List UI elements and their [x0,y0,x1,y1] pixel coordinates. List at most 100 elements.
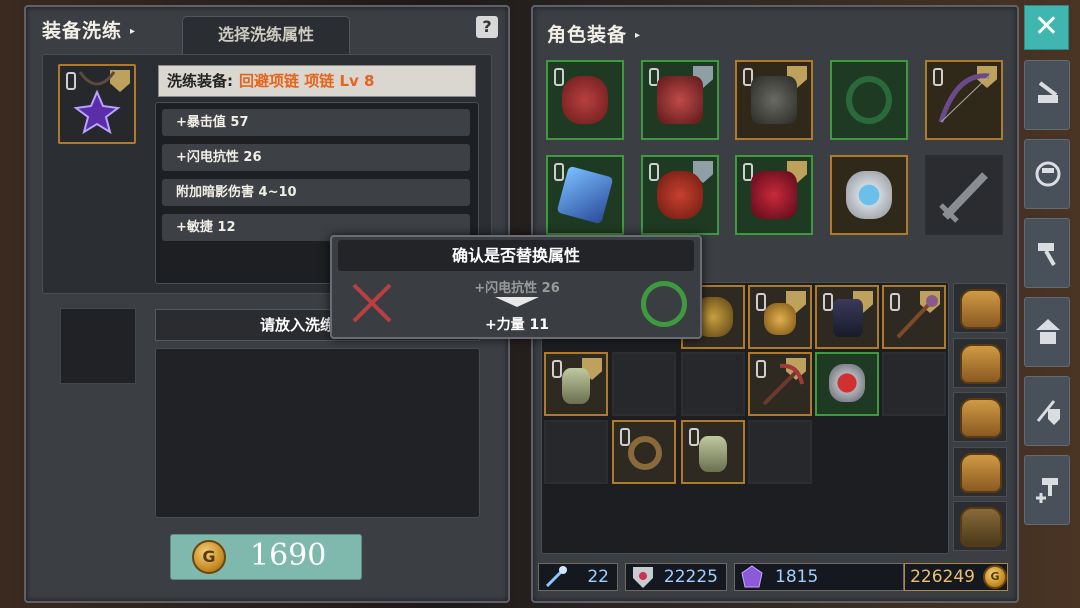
inventory-slot[interactable] [748,285,812,349]
inventory-slot-empty[interactable] [681,352,745,416]
gold-coin-icon: G [192,540,226,574]
attribute-row[interactable]: +闪电抗性 26 [162,144,470,171]
inventory-slot-empty[interactable] [748,420,812,484]
hammer-circle-icon [1035,161,1061,187]
inventory-slot[interactable] [815,352,879,416]
red-boots-icon [751,171,797,219]
inventory-slot-empty[interactable] [544,420,608,484]
refine-panel-title: 装备洗练 ▸ [42,20,137,42]
inventory-slot[interactable] [544,352,608,416]
gem-resource: 22225 [625,563,727,591]
equip-slot-weapon-empty[interactable] [925,155,1003,235]
inventory-slot-empty[interactable] [882,352,946,416]
new-attribute: +力量 11 [484,317,550,333]
character-panel-title: 角色装备 ▸ [547,24,642,46]
equip-slot-chest[interactable] [735,60,813,140]
blue-crystal-shield-icon [556,165,614,225]
sword-placeholder-icon [939,172,988,223]
question-icon[interactable]: ? [476,16,498,38]
backpack-icon [960,398,1002,438]
green-ring-icon [846,76,892,124]
side-tab-craft[interactable] [1024,218,1070,288]
house-hammer-icon [1036,319,1060,344]
chain-icon [649,163,659,181]
side-tab-forge[interactable] [1024,60,1070,130]
inventory-slot-empty[interactable] [612,352,676,416]
inventory-slot[interactable] [612,420,676,484]
equipment-name-header: 洗练装备: 回避项链 项链 Lv 8 [158,65,476,97]
pickaxe-icon [762,363,804,406]
close-button[interactable]: ✕ [1024,5,1069,50]
chain-icon [552,360,562,378]
equip-slot-ring2[interactable] [830,155,908,235]
equip-slot-bow[interactable] [925,60,1003,140]
side-tab-upgrade[interactable] [1024,297,1070,367]
replace-attribute-dialog: 确认是否替换属性 +闪电抗性 26 +力量 11 [330,235,702,339]
red-gauntlet-icon [657,171,703,219]
backpack-icon [960,453,1002,493]
anvil-hammer-icon [1038,81,1058,103]
refine-stone-slot[interactable] [60,308,136,384]
bag-slot-1[interactable] [953,283,1007,333]
dark-armor-icon [751,76,797,124]
shield-heart-icon [633,567,653,588]
x-cross-icon [352,283,392,323]
chain-icon [554,68,564,86]
refine-cost-value: 1690 [250,538,327,573]
wand-resource: 22 [538,563,618,591]
inventory-slot[interactable] [681,420,745,484]
sword-shield-icon [1036,400,1060,425]
chain-icon [620,428,630,446]
bow-icon [938,73,990,123]
gold-resource: 226249 G [904,563,1008,591]
inventory-slot[interactable] [815,285,879,349]
down-arrow-icon [495,297,539,307]
tab-select-attribute[interactable]: 选择洗练属性 [182,16,350,54]
side-tab-salvage[interactable] [1024,139,1070,209]
teal-ring-icon [628,436,662,470]
chain-icon [554,163,564,181]
red-gem-ring-icon [829,364,865,402]
hammer-icon [1038,243,1056,266]
chain-icon [689,428,699,446]
cancel-button[interactable] [350,281,394,325]
backpack-icon [960,344,1002,384]
crystal-resource: 1815 [734,563,904,591]
star-necklace-icon [73,71,121,135]
side-tab-refine[interactable] [1024,376,1070,446]
bag-slot-4[interactable] [953,447,1007,497]
inventory-slot[interactable] [882,285,946,349]
demon-helmet-icon [562,76,608,124]
dialog-title: 确认是否替换属性 [338,240,694,271]
old-attribute: +闪电抗性 26 [474,281,560,296]
attribute-row[interactable]: 附加暗影伤害 4~10 [162,179,470,206]
backpack-icon [960,289,1002,329]
silver-ring-icon [846,171,892,219]
gold-amulet-icon [764,303,796,335]
backpack-icon [960,507,1002,547]
cloth-gloves-icon [699,436,727,472]
equip-slot-gloves[interactable] [641,155,719,235]
wand-icon [545,566,567,588]
selected-equipment-slot[interactable] [58,64,136,144]
chain-icon [823,293,833,311]
side-tab-add[interactable] [1024,455,1070,525]
red-armor-icon [657,76,703,124]
attribute-row[interactable]: +暴击值 57 [162,109,470,136]
chain-icon [756,293,766,311]
confirm-button[interactable] [641,281,687,327]
cloth-gloves-icon [562,368,590,404]
bag-slot-3[interactable] [953,392,1007,442]
equip-slot-boots[interactable] [735,155,813,235]
purple-crystal-icon [741,565,763,588]
bag-slot-2[interactable] [953,338,1007,388]
refine-stone-list [155,348,480,518]
equip-slot-ring[interactable] [830,60,908,140]
dark-boots-icon [833,299,863,337]
inventory-slot[interactable] [748,352,812,416]
equip-slot-offhand[interactable] [546,155,624,235]
equip-slot-armor[interactable] [641,60,719,140]
bag-slot-5[interactable] [953,501,1007,551]
hammer-plus-icon [1036,478,1058,503]
equip-slot-helmet[interactable] [546,60,624,140]
